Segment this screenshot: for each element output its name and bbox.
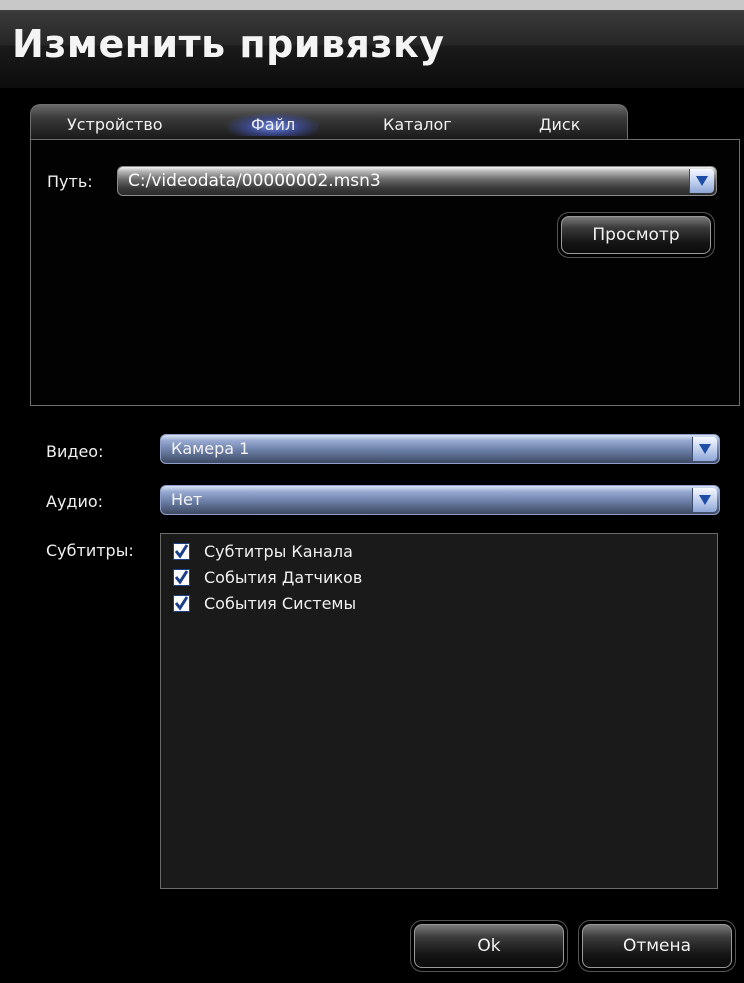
chevron-down-icon xyxy=(699,495,711,505)
checkbox-checked-icon[interactable] xyxy=(173,568,190,586)
checkbox-checked-icon[interactable] xyxy=(173,542,190,560)
audio-dropdown-button[interactable] xyxy=(692,488,717,512)
audio-select[interactable]: Нет xyxy=(160,485,720,515)
list-item[interactable]: События Системы xyxy=(173,592,356,614)
tab-disk[interactable]: Диск xyxy=(539,115,580,134)
video-dropdown-button[interactable] xyxy=(692,437,717,461)
chevron-down-icon xyxy=(696,176,708,186)
tab-file[interactable]: Файл xyxy=(227,113,320,136)
subtitles-list[interactable]: Субтитры Канала События Датчиков События… xyxy=(160,533,718,889)
video-label: Видео: xyxy=(46,442,104,461)
subtitle-option-label: События Датчиков xyxy=(204,567,363,587)
list-item[interactable]: Субтитры Канала xyxy=(173,540,353,562)
subtitles-label: Субтитры: xyxy=(46,541,134,560)
audio-label: Аудио: xyxy=(46,492,104,511)
file-tab-panel: Путь: C:/videodata/00000002.msn3 Просмот… xyxy=(30,139,740,406)
tab-strip: Устройство Файл Каталог Диск xyxy=(30,104,628,141)
browse-button[interactable]: Просмотр xyxy=(561,216,711,254)
chevron-down-icon xyxy=(699,444,711,454)
checkbox-checked-icon[interactable] xyxy=(173,594,190,612)
title-bar: Изменить привязку xyxy=(0,0,744,88)
subtitle-option-label: События Системы xyxy=(204,593,357,613)
dialog-title: Изменить привязку xyxy=(12,22,445,66)
tab-device[interactable]: Устройство xyxy=(67,115,163,134)
path-label: Путь: xyxy=(47,172,93,191)
path-dropdown-button[interactable] xyxy=(689,169,714,193)
edit-binding-dialog: Изменить привязку Устройство Файл Катало… xyxy=(0,0,744,983)
cancel-button[interactable]: Отмена xyxy=(582,924,732,968)
title-bar-highlight xyxy=(0,0,744,10)
path-combobox[interactable]: C:/videodata/00000002.msn3 xyxy=(117,166,717,196)
subtitle-option-label: Субтитры Канала xyxy=(204,541,353,561)
list-item[interactable]: События Датчиков xyxy=(173,566,362,588)
video-select[interactable]: Камера 1 xyxy=(160,434,720,464)
ok-button[interactable]: Ok xyxy=(414,924,564,968)
video-value: Камера 1 xyxy=(171,439,250,458)
audio-value: Нет xyxy=(171,490,203,509)
path-value: C:/videodata/00000002.msn3 xyxy=(128,171,381,191)
tab-catalog[interactable]: Каталог xyxy=(383,115,452,134)
